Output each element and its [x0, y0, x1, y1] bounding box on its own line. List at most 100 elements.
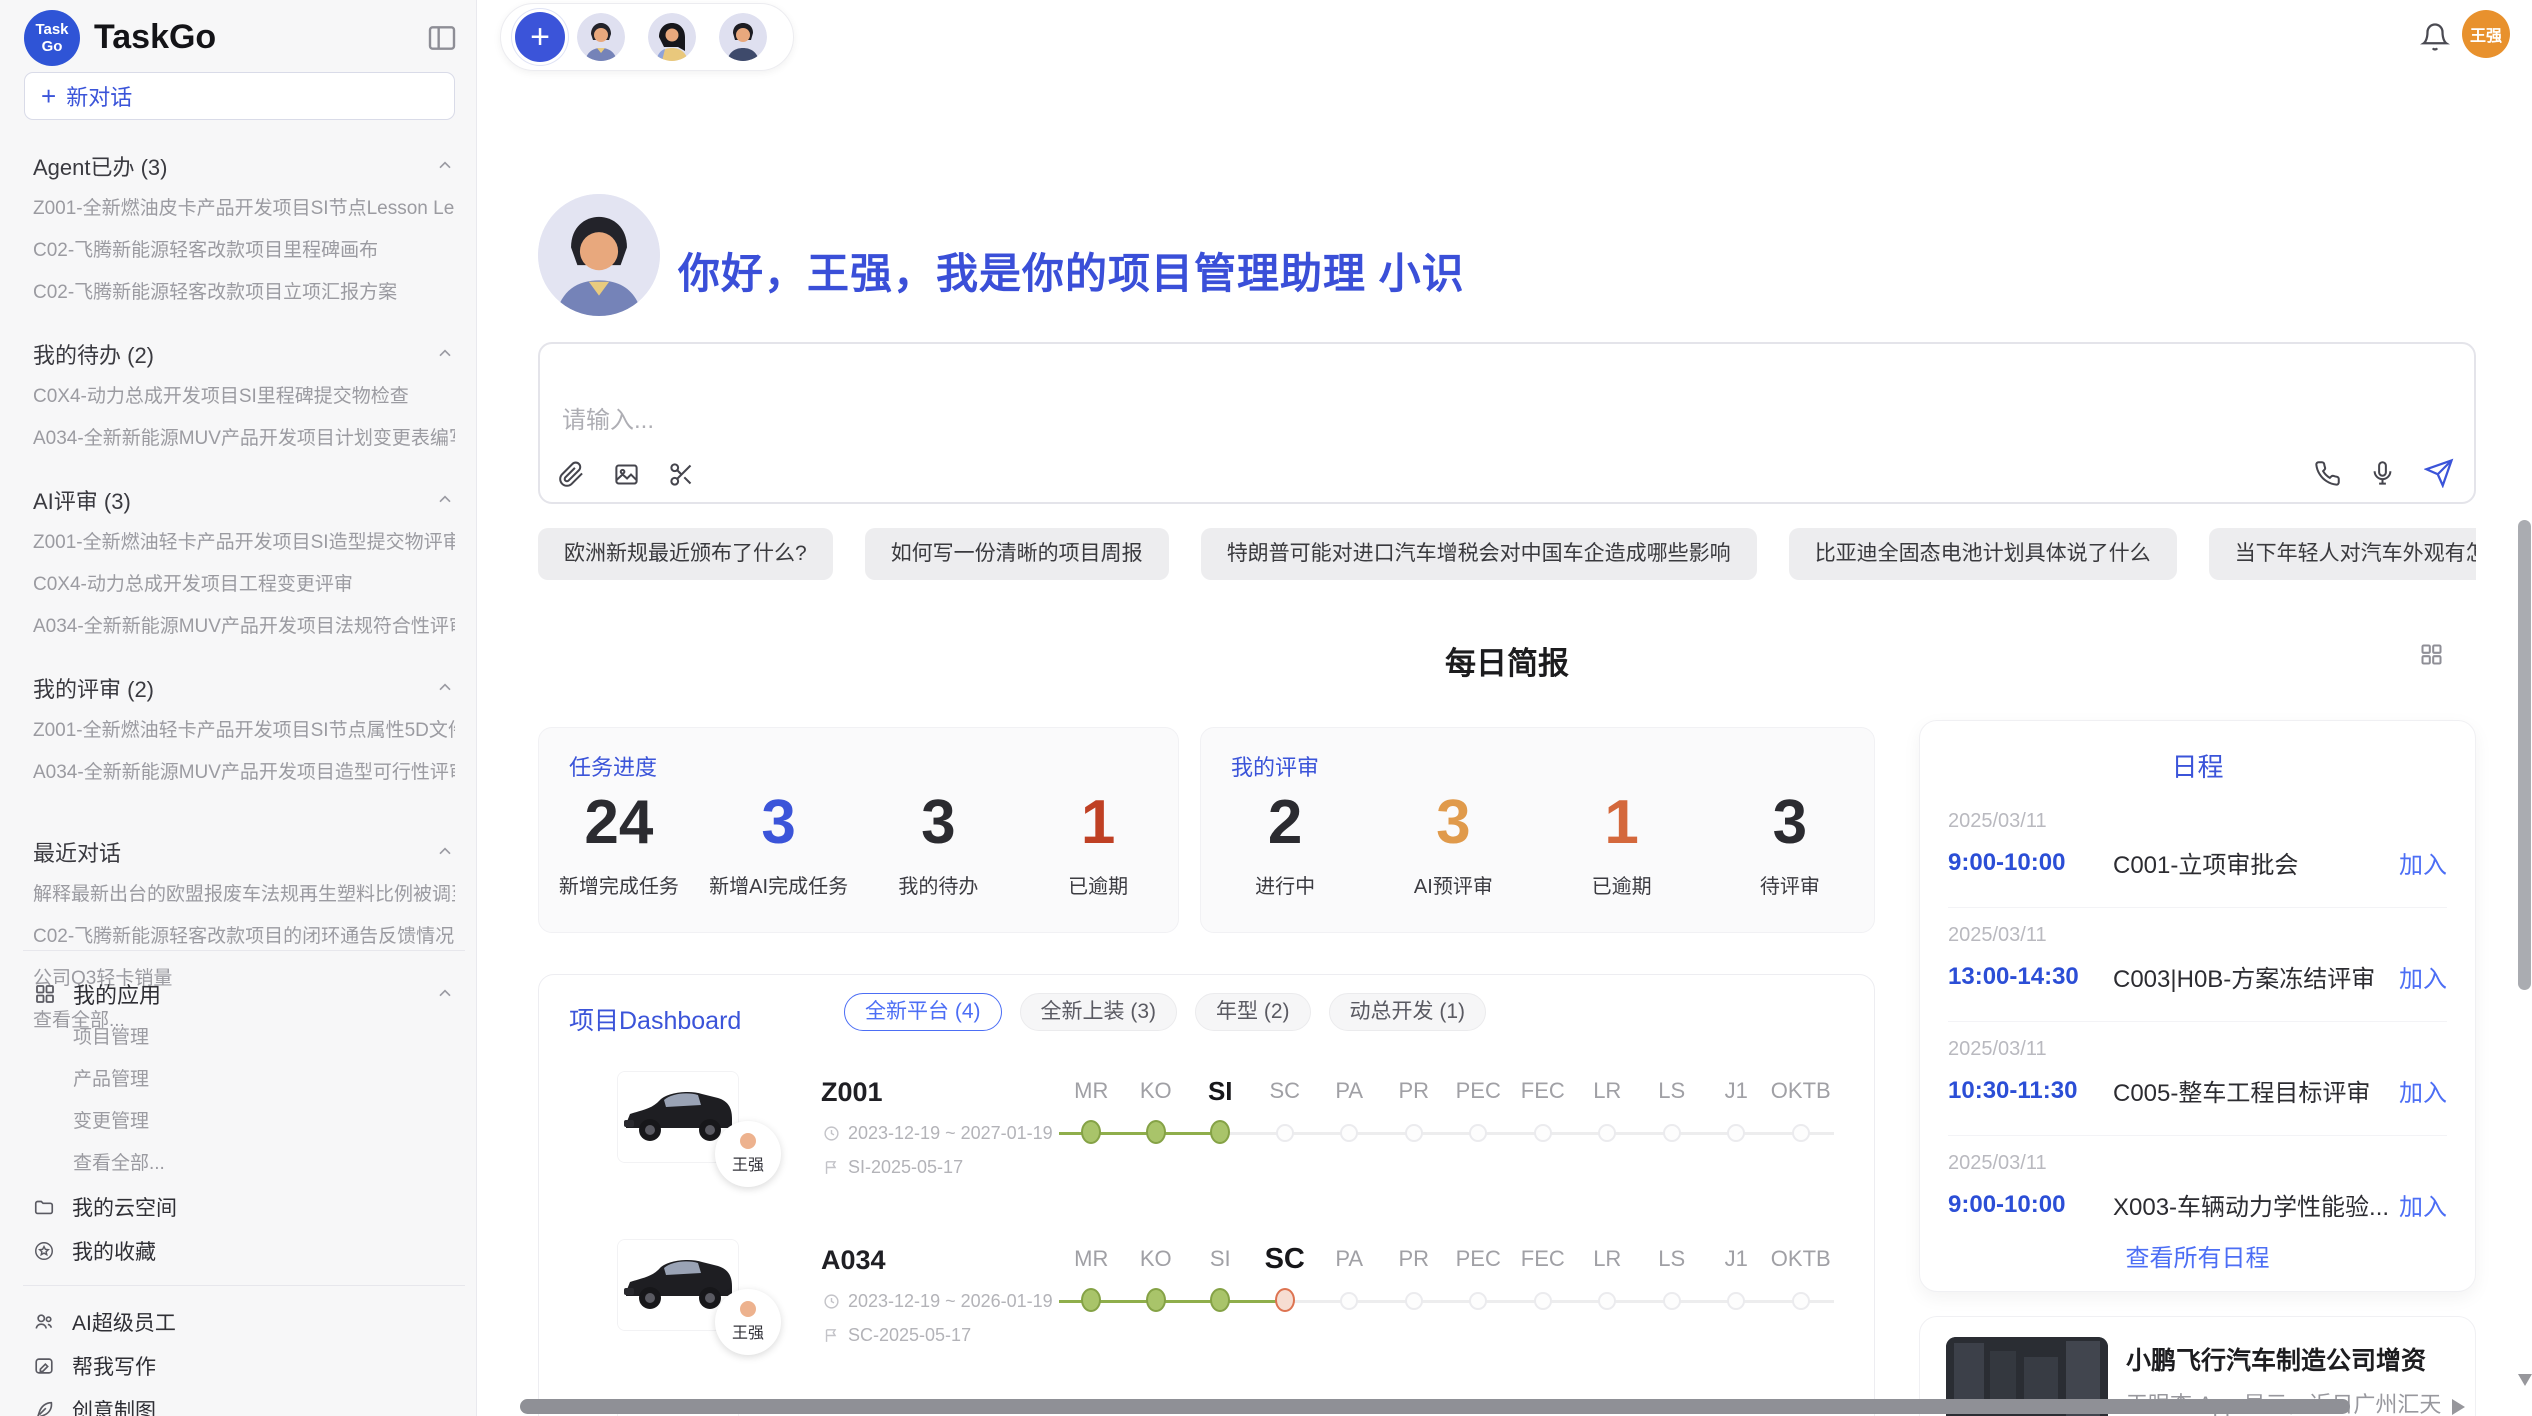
list-item[interactable]: C02-飞腾新能源轻客改款项目立项汇报方案	[33, 272, 455, 314]
chevron-up-icon[interactable]	[435, 678, 455, 698]
section-my-todo[interactable]: 我的待办 (2)	[33, 332, 455, 376]
logo-text-bottom: Go	[42, 38, 63, 55]
chevron-up-icon[interactable]	[435, 344, 455, 364]
tab-year-model[interactable]: 年型 (2)	[1195, 993, 1311, 1031]
sidebar-collapse-icon[interactable]	[426, 22, 458, 54]
join-link[interactable]: 加入	[2399, 845, 2447, 880]
paperclip-icon[interactable]	[558, 461, 585, 488]
join-link[interactable]: 加入	[2399, 959, 2447, 994]
scroll-down-arrow[interactable]	[2518, 1374, 2532, 1386]
milestone-timeline	[1059, 1119, 1834, 1149]
horizontal-scrollbar[interactable]	[520, 1399, 2350, 1414]
schedule-item[interactable]: 2025/03/11 9:00-10:00 X003-车辆动力学性能验... 加…	[1948, 1136, 2447, 1250]
app-item-project-mgmt[interactable]: 项目管理	[33, 1017, 455, 1059]
app-item-product-mgmt[interactable]: 产品管理	[33, 1059, 455, 1101]
app-screen: Task Go TaskGo + 新对话 Agent已办 (3) Z001-全新…	[0, 0, 2532, 1416]
send-icon[interactable]	[2424, 458, 2454, 488]
suggestion-chip[interactable]: 如何写一份清晰的项目周报	[865, 528, 1169, 580]
list-item[interactable]: C0X4-动力总成开发项目工程变更评审	[33, 564, 455, 606]
view-all-apps[interactable]: 查看全部...	[33, 1143, 455, 1185]
schedule-item[interactable]: 2025/03/11 13:00-14:30 C003|H0B-方案冻结评审 加…	[1948, 908, 2447, 1022]
agent-avatar[interactable]	[577, 13, 625, 61]
join-link[interactable]: 加入	[2399, 1073, 2447, 1108]
my-apps-label: 我的应用	[73, 978, 435, 1010]
schedule-event-title: X003-车辆动力学性能验...	[2113, 1187, 2399, 1222]
view-all-schedule-link[interactable]: 查看所有日程	[1920, 1238, 2475, 1273]
new-chat-button[interactable]: + 新对话	[24, 72, 455, 120]
list-item[interactable]: C02-飞腾新能源轻客改款项目里程碑画布	[33, 230, 455, 272]
input-actions	[2314, 458, 2454, 488]
list-item[interactable]: Z001-全新燃油皮卡产品开发项目SI节点Lesson Learn报告	[33, 188, 455, 230]
sidebar-item-favorites[interactable]: 我的收藏	[33, 1229, 455, 1273]
suggestion-chip[interactable]: 当下年轻人对汽车外观有怎样的喜好趋势	[2209, 528, 2476, 580]
notification-bell-icon[interactable]	[2420, 22, 2450, 52]
stat-label: 新增完成任务	[539, 870, 699, 899]
sidebar-item-cloud-space[interactable]: 我的云空间	[33, 1185, 455, 1229]
milestone-label: PEC	[1446, 1241, 1511, 1277]
milestone-label: OKTB	[1769, 1073, 1834, 1109]
tab-powertrain[interactable]: 动总开发 (1)	[1329, 993, 1487, 1031]
chevron-up-icon[interactable]	[435, 490, 455, 510]
list-item[interactable]: A034-全新新能源MUV产品开发项目法规符合性评审	[33, 606, 455, 648]
suggestion-chip[interactable]: 欧洲新规最近颁布了什么?	[538, 528, 833, 580]
divider	[23, 1285, 465, 1286]
stat-label: AI预评审	[1369, 870, 1537, 899]
sidebar-item-ai-employee[interactable]: AI超级员工	[33, 1300, 455, 1344]
milestone-dot	[1663, 1292, 1681, 1310]
mic-icon[interactable]	[2369, 460, 2396, 487]
chevron-up-icon[interactable]	[435, 156, 455, 176]
list-item[interactable]: Z001-全新燃油轻卡产品开发项目SI造型提交物评审	[33, 522, 455, 564]
section-agent-done[interactable]: Agent已办 (3)	[33, 144, 455, 188]
suggestion-chip[interactable]: 比亚迪全固态电池计划具体说了什么	[1789, 528, 2177, 580]
project-row[interactable]: 王强 Z001 2023-12-19 ~ 2027-01-19 SI-2025-…	[539, 1071, 1874, 1203]
vertical-scrollbar[interactable]	[2518, 520, 2531, 990]
milestone-label: J1	[1704, 1241, 1769, 1277]
section-ai-review[interactable]: AI评审 (3)	[33, 478, 455, 522]
list-item[interactable]: A034-全新新能源MUV产品开发项目计划变更表编写	[33, 418, 455, 460]
recent-chat-item[interactable]: 解释最新出台的欧盟报废车法规再生塑料比例被调至15%...	[33, 874, 455, 916]
section-label: 我的评审 (2)	[33, 672, 154, 704]
sidebar-item-help-write[interactable]: 帮我写作	[33, 1344, 455, 1388]
milestone-dot	[1405, 1292, 1423, 1310]
section-label: Agent已办 (3)	[33, 150, 168, 182]
add-agent-button[interactable]: +	[515, 12, 565, 62]
section-recent-chats[interactable]: 最近对话	[33, 830, 455, 874]
sidebar-item-my-apps[interactable]: 我的应用	[33, 971, 455, 1017]
section-label: 我的待办 (2)	[33, 338, 154, 370]
list-item[interactable]: Z001-全新燃油轻卡产品开发项目SI节点属性5D文件评审	[33, 710, 455, 752]
milestone-strip: MR KO SI SC PA PR PEC FEC LR LS J1 OKTB	[1059, 1073, 1834, 1149]
schedule-item[interactable]: 2025/03/11 10:30-11:30 C005-整车工程目标评审 加入	[1948, 1022, 2447, 1136]
chevron-up-icon[interactable]	[435, 842, 455, 862]
chevron-up-icon[interactable]	[435, 984, 455, 1004]
milestone-dot-done	[1146, 1288, 1166, 1312]
pen-icon	[33, 1399, 55, 1416]
list-item[interactable]: C0X4-动力总成开发项目SI里程碑提交物检查	[33, 376, 455, 418]
agent-avatar[interactable]	[719, 13, 767, 61]
schedule-time: 13:00-14:30	[1948, 963, 2113, 991]
agent-avatar[interactable]	[648, 13, 696, 61]
image-icon[interactable]	[613, 461, 640, 488]
suggestion-chip[interactable]: 特朗普可能对进口汽车增税会对中国车企造成哪些影响	[1201, 528, 1757, 580]
sidebar-item-creative-draw[interactable]: 创意制图	[33, 1388, 455, 1416]
tab-new-body[interactable]: 全新上装 (3)	[1020, 993, 1178, 1031]
flag-milestone: SI-2025-05-17	[848, 1157, 963, 1178]
agent-switcher: +	[500, 3, 794, 71]
project-row[interactable]: 王强 A034 2023-12-19 ~ 2026-01-19 SC-2025-…	[539, 1239, 1874, 1371]
user-avatar[interactable]: 王强	[2462, 10, 2510, 58]
scroll-right-arrow[interactable]	[2452, 1399, 2465, 1415]
phone-icon[interactable]	[2314, 460, 2341, 487]
tab-new-platform[interactable]: 全新平台 (4)	[844, 993, 1002, 1031]
chat-input[interactable]: 请输入...	[538, 342, 2476, 504]
stat-overdue: 1 已逾期	[1018, 790, 1178, 899]
sidebar-bottom: 我的应用 项目管理 产品管理 变更管理 查看全部... 我的云空间 我的收藏 A…	[0, 950, 477, 1416]
join-link[interactable]: 加入	[2399, 1187, 2447, 1222]
section-my-review[interactable]: 我的评审 (2)	[33, 666, 455, 710]
app-item-change-mgmt[interactable]: 变更管理	[33, 1101, 455, 1143]
owner-name: 王强	[732, 1151, 764, 1175]
schedule-item[interactable]: 2025/03/11 9:00-10:00 C001-立项审批会 加入	[1948, 794, 2447, 908]
milestone-label: LR	[1575, 1241, 1640, 1277]
layout-grid-icon[interactable]	[2418, 641, 2445, 668]
scissors-icon[interactable]	[668, 461, 695, 488]
list-item[interactable]: A034-全新新能源MUV产品开发项目造型可行性评审	[33, 752, 455, 794]
stat-label: 我的待办	[859, 870, 1019, 899]
